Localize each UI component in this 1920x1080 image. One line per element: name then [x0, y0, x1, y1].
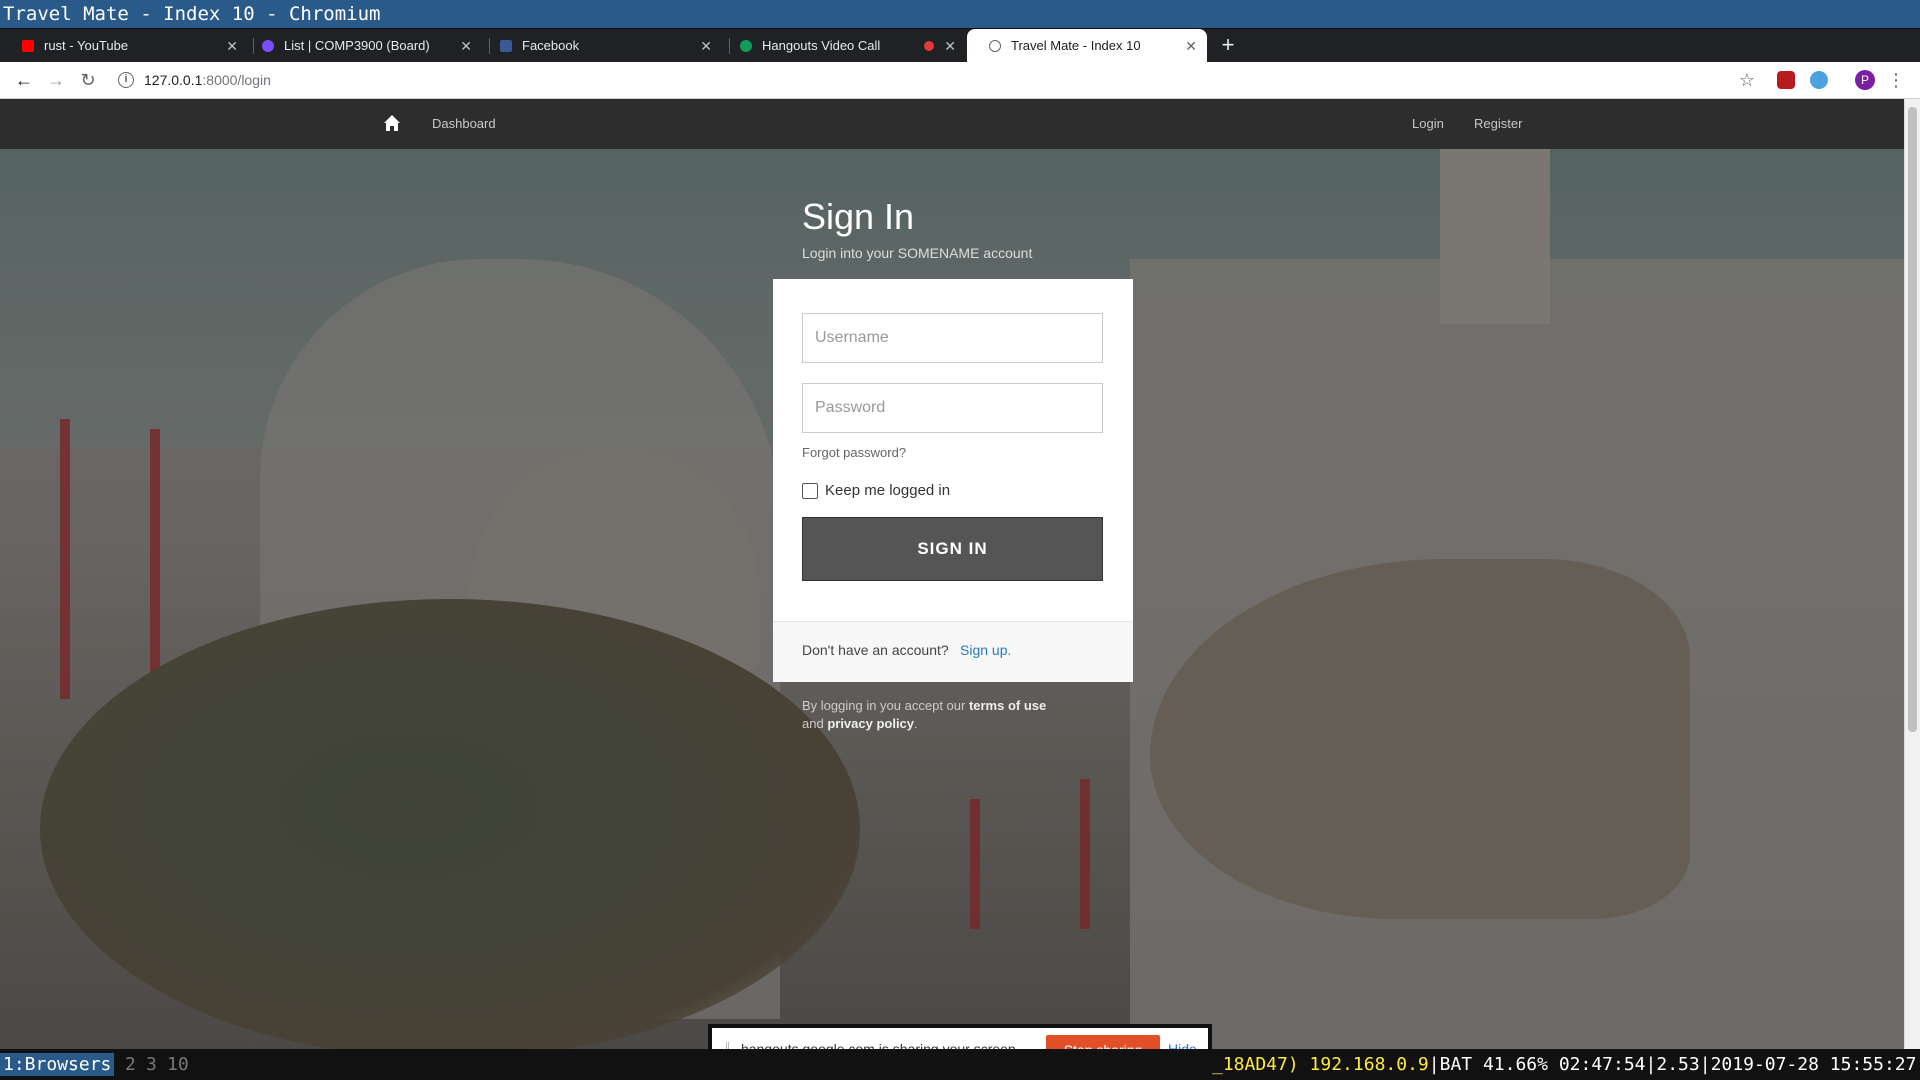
- forward-icon[interactable]: →: [44, 62, 68, 99]
- date-time: 2019-07-28 15:55:27: [1710, 1054, 1917, 1075]
- nav-register[interactable]: Register: [1474, 99, 1522, 149]
- keep-logged-in-label[interactable]: Keep me logged in: [825, 482, 950, 499]
- workspace-1[interactable]: 1:Browsers: [0, 1053, 115, 1076]
- reload-icon[interactable]: ↻: [76, 62, 100, 99]
- workspace-10[interactable]: 10: [164, 1053, 192, 1076]
- privacy-policy-link[interactable]: privacy policy: [827, 716, 914, 731]
- board-icon: [262, 40, 274, 52]
- username-field[interactable]: [802, 313, 1103, 363]
- close-icon[interactable]: ✕: [944, 29, 956, 63]
- url-host: 127.0.0.1: [144, 72, 203, 88]
- status-separator: |: [1699, 1054, 1711, 1075]
- terms-suffix: .: [914, 716, 918, 731]
- page-viewport: Dashboard Login Register Sign In Login i…: [0, 99, 1904, 1049]
- terms-notice: By logging in you accept our terms of us…: [802, 697, 1102, 733]
- url-path: :8000/login: [202, 72, 271, 88]
- sign-in-button[interactable]: SIGN IN: [802, 517, 1103, 581]
- tab-hangouts[interactable]: Hangouts Video Call ✕: [718, 29, 966, 63]
- close-icon[interactable]: ✕: [460, 29, 472, 63]
- wm-status-bar: 1:Browsers 2 3 10 _18AD47) 192.168.0.9|B…: [0, 1049, 1920, 1080]
- home-icon[interactable]: [383, 114, 401, 132]
- close-icon[interactable]: ✕: [1185, 29, 1197, 63]
- scroll-thumb[interactable]: [1908, 107, 1917, 732]
- password-field[interactable]: [802, 383, 1103, 433]
- close-icon[interactable]: ✕: [226, 29, 238, 63]
- browser-toolbar: ← → ↻ i 127.0.0.1:8000/login ☆ P ⋮: [0, 62, 1920, 99]
- workspace-2[interactable]: 2: [122, 1053, 139, 1076]
- terms-and: and: [802, 716, 828, 731]
- tab-label: List | COMP3900 (Board): [284, 38, 430, 53]
- tab-label: Facebook: [522, 38, 580, 53]
- profile-avatar[interactable]: P: [1855, 70, 1875, 90]
- load-average: 2.53: [1656, 1054, 1700, 1075]
- tab-label: Travel Mate - Index 10: [1011, 38, 1141, 53]
- terms-prefix: By logging in you accept our: [802, 698, 969, 713]
- tab-board[interactable]: List | COMP3900 (Board) ✕: [240, 29, 482, 63]
- site-navbar: Dashboard Login Register: [0, 99, 1904, 149]
- no-account-text: Don't have an account?: [802, 642, 949, 658]
- menu-icon[interactable]: ⋮: [1884, 62, 1908, 99]
- ip-address: 192.168.0.9: [1309, 1054, 1429, 1075]
- forgot-password-link[interactable]: Forgot password?: [802, 445, 906, 460]
- window-title: Travel Mate - Index 10 - Chromium: [0, 0, 1920, 28]
- status-info: _18AD47) 192.168.0.9|BAT 41.66% 02:47:54…: [1212, 1049, 1916, 1080]
- terms-of-use-link[interactable]: terms of use: [969, 698, 1046, 713]
- ublock-extension-icon[interactable]: [1777, 71, 1795, 89]
- close-icon[interactable]: ✕: [700, 29, 712, 63]
- page-subtitle: Login into your SOMENAME account: [802, 245, 1033, 261]
- card-footer: Don't have an account? Sign up.: [773, 621, 1133, 682]
- status-prefix: _18AD47): [1212, 1054, 1299, 1075]
- page-title: Sign In: [802, 196, 915, 237]
- bookmark-star-icon[interactable]: ☆: [1735, 62, 1759, 99]
- workspace-3[interactable]: 3: [143, 1053, 160, 1076]
- facebook-icon: [500, 40, 512, 52]
- new-tab-button[interactable]: +: [1216, 29, 1240, 63]
- tab-label: rust - YouTube: [44, 38, 129, 53]
- address-bar[interactable]: i 127.0.0.1:8000/login: [112, 66, 1742, 95]
- tab-label: Hangouts Video Call: [762, 38, 881, 53]
- tab-youtube[interactable]: rust - YouTube ✕: [0, 29, 248, 63]
- tab-travel-mate[interactable]: Travel Mate - Index 10 ✕: [967, 29, 1207, 63]
- back-icon[interactable]: ←: [12, 62, 36, 99]
- info-icon[interactable]: i: [118, 72, 134, 88]
- keep-logged-in-checkbox[interactable]: [802, 483, 818, 499]
- hangouts-icon: [740, 40, 752, 52]
- nav-dashboard[interactable]: Dashboard: [432, 99, 496, 149]
- nav-login[interactable]: Login: [1412, 99, 1444, 149]
- page-scrollbar[interactable]: [1904, 99, 1920, 1049]
- url-text[interactable]: 127.0.0.1:8000/login: [144, 66, 271, 95]
- extension-icon[interactable]: [1810, 71, 1828, 89]
- battery-status: BAT 41.66% 02:47:54: [1439, 1054, 1646, 1075]
- tab-strip: rust - YouTube ✕ List | COMP3900 (Board)…: [0, 28, 1920, 63]
- status-separator: |: [1428, 1054, 1440, 1075]
- youtube-icon: [22, 40, 34, 52]
- recording-icon: [924, 41, 934, 51]
- tab-facebook[interactable]: Facebook ✕: [478, 29, 722, 63]
- globe-icon: [989, 40, 1001, 52]
- sign-up-link[interactable]: Sign up.: [960, 642, 1011, 658]
- login-card: Forgot password? Keep me logged in SIGN …: [773, 279, 1133, 682]
- status-separator: |: [1645, 1054, 1657, 1075]
